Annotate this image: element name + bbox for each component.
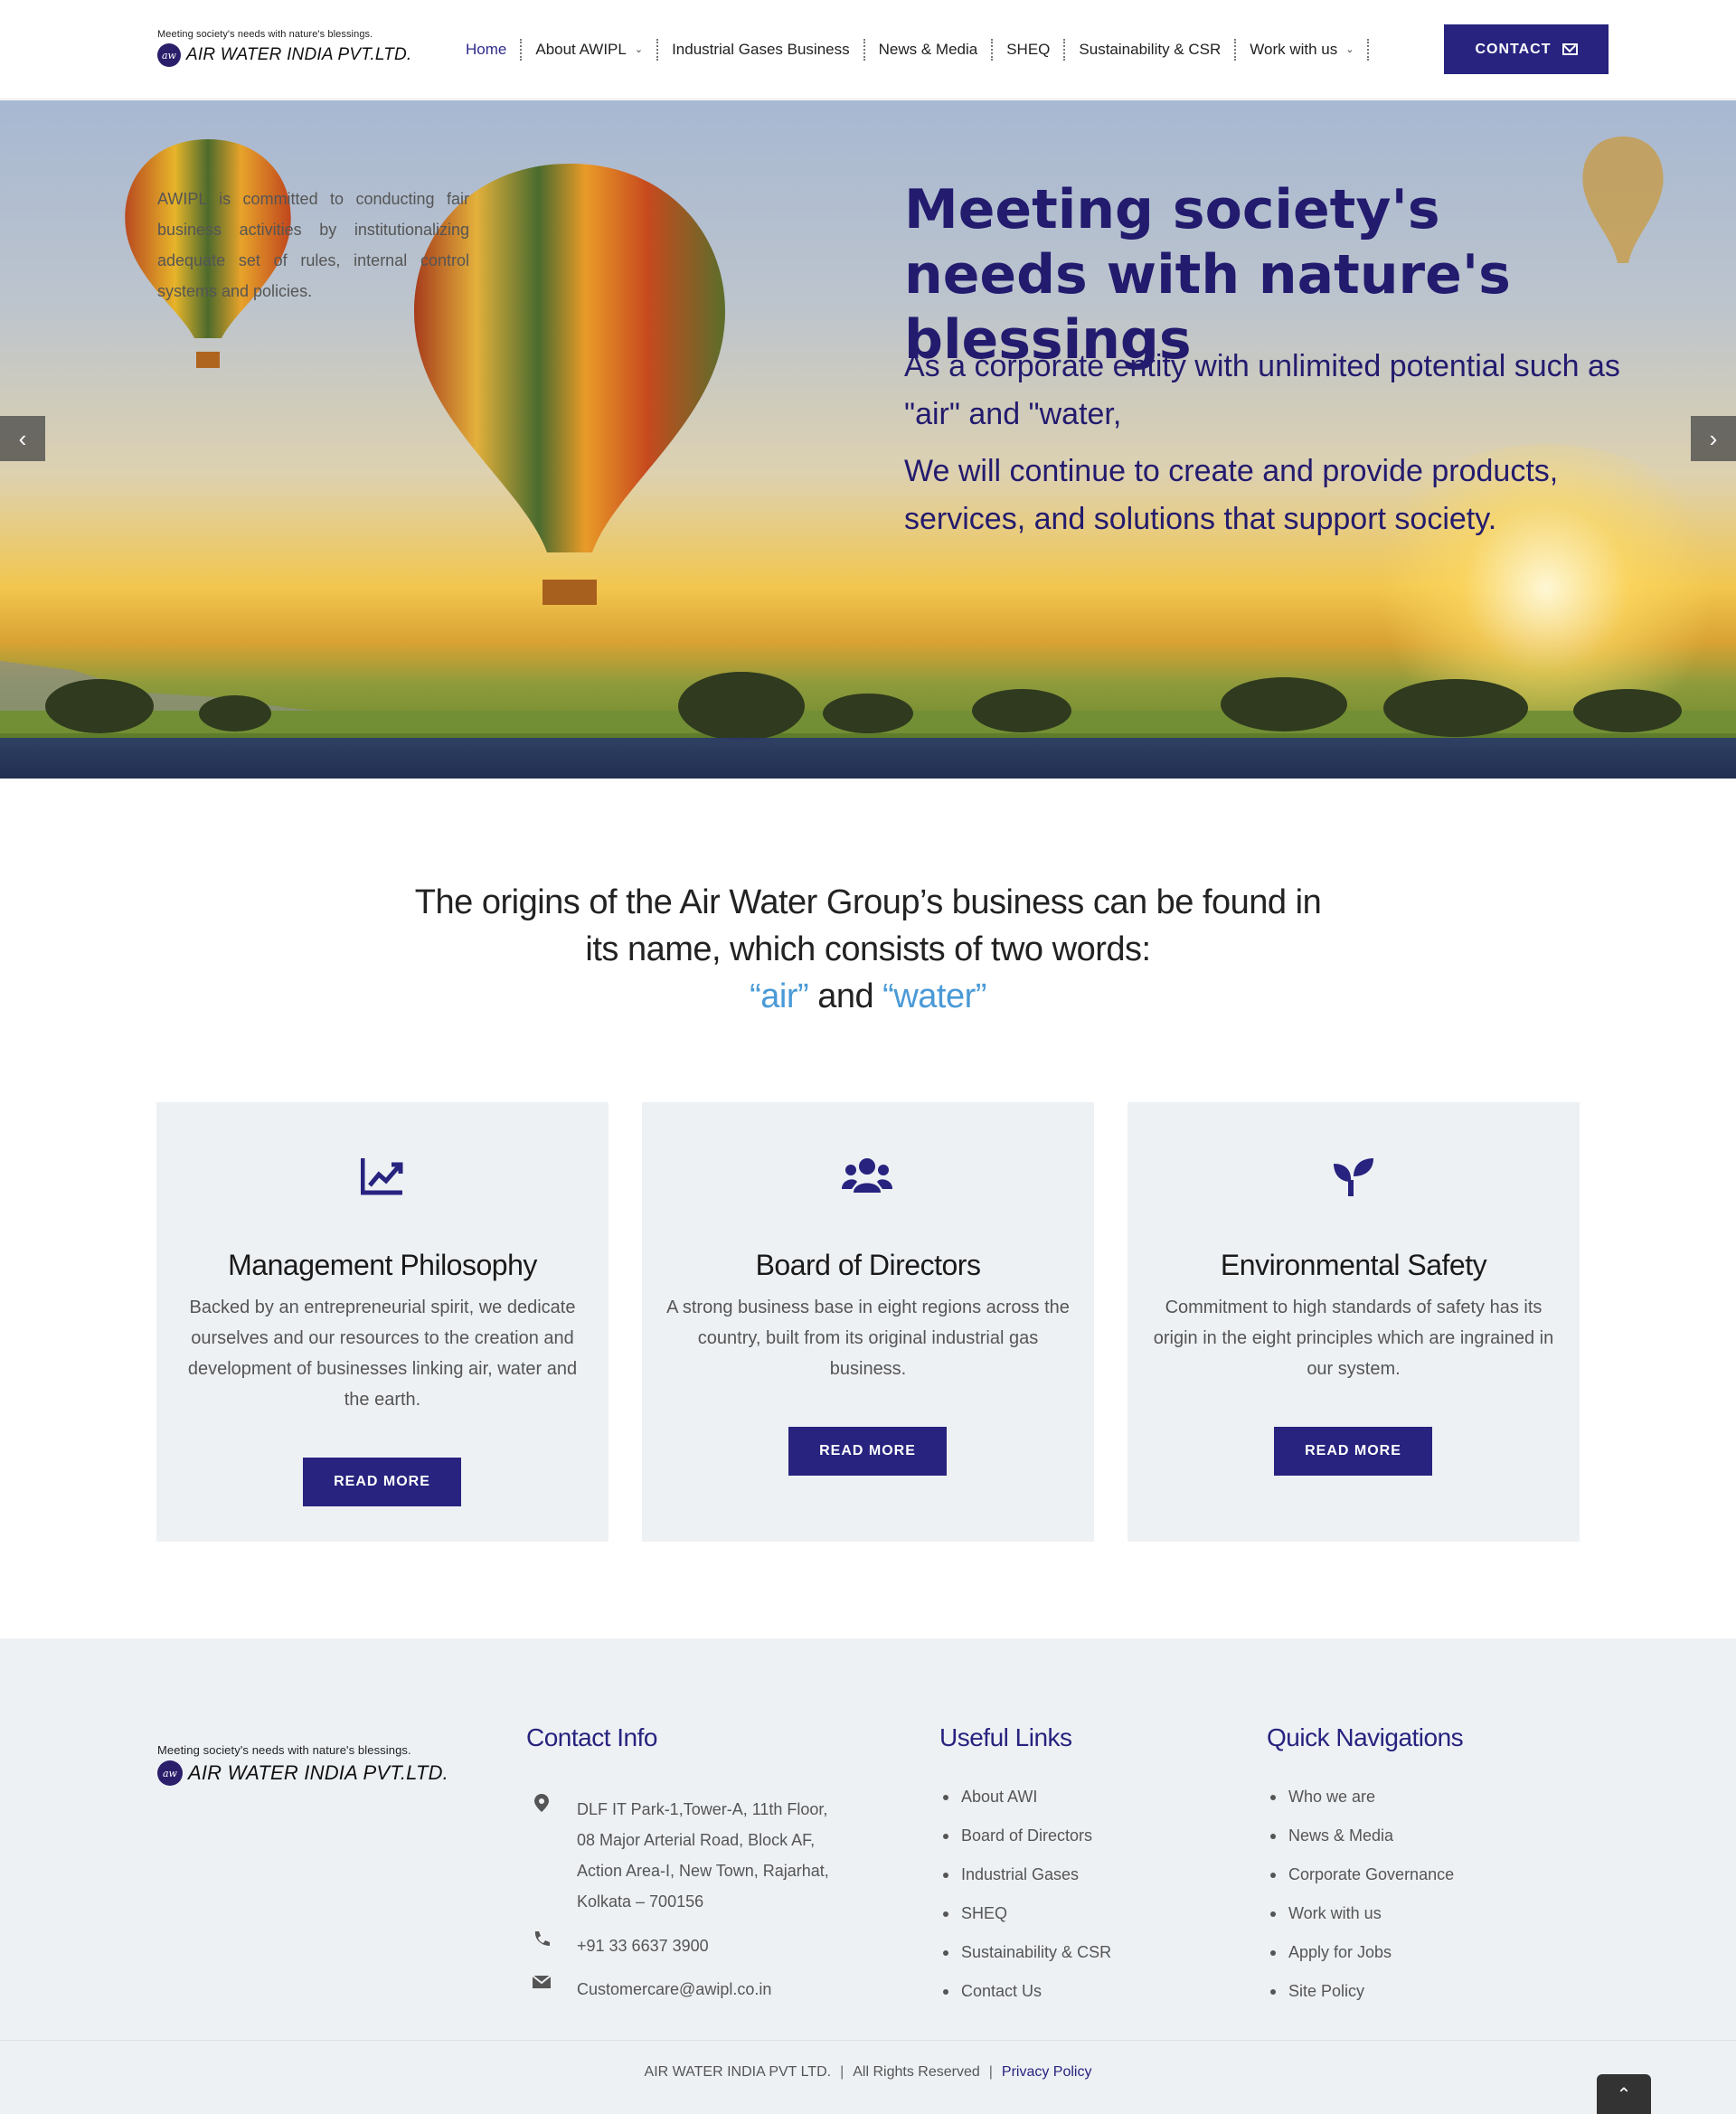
site-header: Meeting society's needs with nature's bl…: [0, 0, 1736, 99]
contact-label: CONTACT: [1475, 41, 1552, 57]
quick-nav-list: Who we are News & Media Corporate Govern…: [1267, 1778, 1454, 2011]
footer-about: AWIPL is committed to conducting fair bu…: [157, 190, 469, 300]
logo-mark-icon: aw: [157, 43, 181, 67]
useful-links-list: About AWI Board of Directors Industrial …: [939, 1778, 1111, 2011]
intro-word-air: “air”: [750, 977, 809, 1015]
map-marker-icon: [532, 1794, 552, 1917]
nav-label: Sustainability & CSR: [1079, 41, 1222, 58]
chevron-left-icon: ‹: [18, 424, 27, 452]
chevron-right-icon: ›: [1709, 424, 1718, 452]
seedling-icon: [1334, 1158, 1373, 1196]
footer-link[interactable]: SHEQ: [939, 1894, 1111, 1933]
logo-mark-icon: aw: [157, 1760, 183, 1786]
envelope-icon: [532, 1974, 552, 2005]
phone-row: +91 33 6637 3900: [532, 1930, 709, 1961]
footer-link[interactable]: Work with us: [1267, 1894, 1454, 1933]
footer-link[interactable]: Who we are: [1267, 1778, 1454, 1817]
useful-links-title: Useful Links: [939, 1723, 1072, 1751]
card-title: Environmental Safety: [1220, 1249, 1487, 1281]
nav-label: SHEQ: [1006, 41, 1051, 58]
scroll-to-top-button[interactable]: ⌃: [1597, 2074, 1651, 2114]
card-title: Management Philosophy: [228, 1249, 537, 1281]
quick-nav-title: Quick Navigations: [1267, 1723, 1464, 1751]
nav-sheq[interactable]: SHEQ: [993, 39, 1066, 61]
chart-line-icon: [361, 1158, 403, 1195]
intro-and: and: [817, 977, 874, 1015]
footer-link[interactable]: Industrial Gases: [939, 1855, 1111, 1894]
nav-home[interactable]: Home: [452, 39, 523, 61]
nav-industrial-gases[interactable]: Industrial Gases Business: [658, 39, 865, 61]
nav-label: News & Media: [878, 41, 978, 58]
copyright-text: AIR WATER INDIA PVT LTD. | All Rights Rese…: [644, 2064, 1092, 2080]
card-title: Board of Directors: [755, 1249, 981, 1281]
phone-text[interactable]: +91 33 6637 3900: [577, 1930, 709, 1961]
address-row: DLF IT Park-1,Tower-A, 11th Floor, 08 Ma…: [532, 1794, 829, 1917]
footer-link[interactable]: Site Policy: [1267, 1972, 1454, 2011]
card-management-philosophy: Management Philosophy Backed by an entre…: [156, 1102, 609, 1542]
hero-bottom-strip: [0, 738, 1736, 779]
address-line: Action Area-I, New Town, Rajarhat,: [577, 1862, 829, 1880]
address-line: DLF IT Park-1,Tower-A, 11th Floor,: [577, 1800, 828, 1818]
address-line: 08 Major Arterial Road, Block AF,: [577, 1831, 816, 1849]
email-text[interactable]: Customercare@awipl.co.in: [577, 1974, 771, 2005]
chevron-down-icon: ⌄: [1345, 44, 1354, 55]
nav-news-media[interactable]: News & Media: [865, 39, 994, 61]
hero-subtitle-line-1: As a corporate entity with unlimited pot…: [904, 349, 1620, 431]
contact-info-title: Contact Info: [526, 1723, 657, 1751]
copyright-rights: All Rights Reserved: [853, 2064, 980, 2080]
card-text: Commitment to high standards of safety h…: [1153, 1298, 1554, 1379]
footer-logo[interactable]: Meeting society's needs with nature's bl…: [157, 1743, 448, 1786]
card-environmental-safety: Environmental Safety Commitment to high …: [1127, 1102, 1580, 1542]
slider-prev-button[interactable]: ‹: [0, 416, 45, 461]
hero-subtitle-line-2: We will continue to create and provide p…: [904, 454, 1559, 536]
intro-word-water: “water”: [882, 977, 986, 1015]
card-text: Backed by an entrepreneurial spirit, we …: [187, 1298, 578, 1410]
nav-sustainability[interactable]: Sustainability & CSR: [1065, 39, 1237, 61]
hero-subtitle: As a corporate entity with unlimited pot…: [904, 343, 1646, 543]
footer-link[interactable]: Apply for Jobs: [1267, 1933, 1454, 1972]
envelope-icon: [1561, 43, 1578, 55]
phone-icon: [532, 1930, 552, 1961]
footer-link[interactable]: Sustainability & CSR: [939, 1933, 1111, 1972]
chevron-up-icon: ⌃: [1616, 2084, 1632, 2105]
nav-work-with-us[interactable]: Work with us ⌄: [1236, 39, 1370, 61]
footer-link[interactable]: About AWI: [939, 1778, 1111, 1817]
nav-about[interactable]: About AWIPL ⌄: [522, 39, 659, 61]
nav-label: Work with us: [1250, 41, 1338, 58]
nav-label: Industrial Gases Business: [672, 41, 850, 58]
address-text: DLF IT Park-1,Tower-A, 11th Floor, 08 Ma…: [577, 1794, 829, 1917]
card-board-of-directors: Board of Directors A strong business bas…: [642, 1102, 1094, 1542]
site-logo[interactable]: Meeting society's needs with nature's bl…: [157, 29, 429, 71]
address-line: Kolkata – 700156: [577, 1892, 704, 1911]
intro-line-3: “air” and “water”: [326, 973, 1410, 1020]
users-icon: [842, 1158, 892, 1193]
intro-line-2: its name, which consists of two words:: [585, 930, 1151, 968]
nav-label: About AWIPL: [535, 41, 627, 58]
privacy-policy-link[interactable]: Privacy Policy: [1002, 2064, 1092, 2080]
slider-next-button[interactable]: ›: [1691, 416, 1736, 461]
intro-line-1: The origins of the Air Water Group’s bus…: [414, 883, 1322, 921]
read-more-button[interactable]: READ MORE: [303, 1458, 461, 1506]
footer-link[interactable]: Board of Directors: [939, 1817, 1111, 1855]
footer-link[interactable]: News & Media: [1267, 1817, 1454, 1855]
chevron-down-icon: ⌄: [634, 44, 644, 55]
copyright-company: AIR WATER INDIA PVT LTD.: [644, 2064, 832, 2080]
main-nav: Home About AWIPL ⌄ Industrial Gases Busin…: [452, 34, 1370, 65]
nav-label: Home: [466, 41, 507, 58]
logo-name: AIR WATER INDIA PVT.LTD.: [186, 45, 412, 64]
logo-name: AIR WATER INDIA PVT.LTD.: [188, 1761, 448, 1784]
logo-tagline: Meeting society's needs with nature's bl…: [157, 1743, 411, 1757]
footer-link[interactable]: Corporate Governance: [1267, 1855, 1454, 1894]
logo-tagline: Meeting society's needs with nature's bl…: [157, 29, 373, 40]
contact-button[interactable]: CONTACT: [1444, 24, 1609, 74]
intro-heading: The origins of the Air Water Group’s bus…: [326, 879, 1410, 1020]
read-more-button[interactable]: READ MORE: [788, 1427, 947, 1476]
footer-link[interactable]: Contact Us: [939, 1972, 1111, 2011]
card-text: A strong business base in eight regions …: [666, 1298, 1070, 1379]
read-more-button[interactable]: READ MORE: [1274, 1427, 1432, 1476]
email-row: Customercare@awipl.co.in: [532, 1974, 771, 2005]
